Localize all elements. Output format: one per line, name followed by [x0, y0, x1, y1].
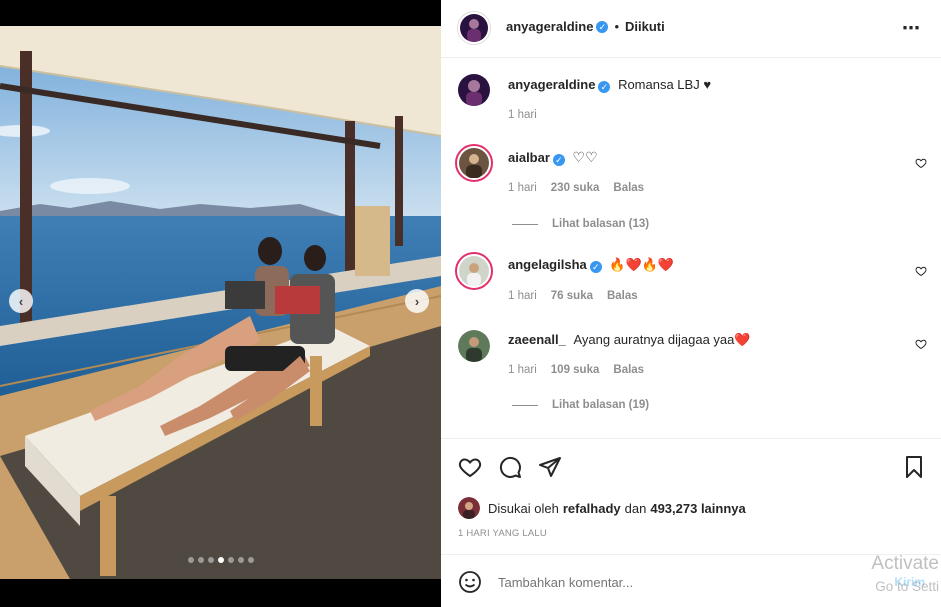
comment-like-icon[interactable]	[915, 157, 927, 169]
commenter-avatar[interactable]	[458, 330, 490, 362]
verified-badge-icon: ✓	[596, 20, 609, 33]
comment-item: zaeenall_ Ayang auratnya dijagaa yaa❤️ 1…	[441, 326, 941, 426]
verified-badge-icon: ✓	[598, 81, 611, 93]
carousel-dot	[247, 557, 254, 563]
carousel-indicator	[0, 557, 441, 563]
comment-like-icon[interactable]	[915, 338, 927, 350]
comment-icon[interactable]	[498, 455, 522, 479]
follow-status[interactable]: Diikuti	[625, 19, 665, 34]
comment-composer: Kirim	[441, 554, 941, 607]
bookmark-icon[interactable]	[902, 455, 926, 479]
comment-username[interactable]: aialbar	[508, 150, 550, 165]
emoji-icon[interactable]	[458, 570, 482, 594]
liker-username[interactable]: refalhady	[563, 501, 621, 516]
post-details-panel: anyageraldine ✓ • Diikuti ⋯ anyageraldin…	[441, 0, 941, 607]
caption-username[interactable]: anyageraldine	[508, 77, 595, 92]
comment-text: 🔥❤️🔥❤️	[609, 257, 675, 272]
replies-divider	[512, 404, 538, 406]
view-replies-button[interactable]: Lihat balasan (13)	[512, 218, 649, 230]
reply-button[interactable]: Balas	[613, 182, 644, 194]
carousel-dot	[227, 557, 234, 563]
caption-text: Romansa LBJ ♥	[618, 77, 712, 92]
carousel-dot	[237, 557, 244, 563]
comment-time: 1 hari	[508, 364, 537, 376]
chevron-right-icon: ›	[414, 293, 420, 309]
verified-badge-icon: ✓	[552, 154, 565, 166]
comment-input[interactable]	[498, 571, 858, 593]
liker-avatar[interactable]	[458, 497, 480, 519]
comment-username[interactable]: zaeenall_	[508, 332, 566, 347]
post-timestamp: 1 HARI YANG LALU	[458, 528, 547, 539]
heart-icon[interactable]	[458, 455, 482, 479]
view-replies-label: Lihat balasan (19)	[552, 399, 650, 411]
send-icon[interactable]	[538, 455, 562, 479]
commenter-avatar[interactable]	[455, 144, 493, 182]
replies-divider	[512, 223, 538, 225]
carousel-dot	[187, 557, 194, 563]
carousel-dot	[217, 557, 224, 563]
verified-badge-icon: ✓	[589, 261, 602, 273]
author-avatar[interactable]	[458, 12, 490, 44]
likes-count[interactable]: 493,273 lainnya	[650, 501, 745, 516]
post-media-panel: ‹ ›	[0, 0, 441, 607]
view-replies-button[interactable]: Lihat balasan (19)	[512, 399, 649, 411]
likes-summary: Disukai oleh refalhady dan 493,273 lainn…	[458, 497, 746, 519]
reply-button[interactable]: Balas	[607, 290, 638, 302]
post-actions: Disukai oleh refalhady dan 493,273 lainn…	[441, 438, 941, 554]
separator-dot: •	[614, 19, 619, 34]
comment-text: ♡♡	[572, 149, 598, 165]
carousel-dot	[207, 557, 214, 563]
comment-likes[interactable]: 109 suka	[551, 364, 600, 376]
chevron-left-icon: ‹	[18, 293, 24, 309]
view-replies-label: Lihat balasan (13)	[552, 218, 650, 230]
activation-watermark-subtitle: Go to Setti	[875, 579, 939, 594]
comment-likes[interactable]: 230 suka	[551, 182, 600, 194]
activation-watermark-title: Activate	[871, 553, 939, 574]
reply-button[interactable]: Balas	[613, 364, 644, 376]
comment-like-icon[interactable]	[915, 265, 927, 277]
more-horizontal-icon[interactable]: ⋯	[902, 18, 921, 39]
author-username[interactable]: anyageraldine	[506, 19, 593, 34]
caption-time: 1 hari	[508, 109, 537, 121]
comment-item: aialbar ✓ ♡♡ 1 hari 230 suka Balas Lihat …	[441, 142, 941, 238]
post-header: anyageraldine ✓ • Diikuti ⋯	[441, 0, 941, 58]
comment-likes[interactable]: 76 suka	[551, 290, 593, 302]
comment-time: 1 hari	[508, 290, 537, 302]
likes-middle: dan	[624, 500, 647, 516]
commenter-avatar[interactable]	[455, 252, 493, 290]
instagram-post-modal: ‹ › anyageraldine ✓ • Diikuti ⋯ anyagera…	[0, 0, 941, 607]
post-photo	[0, 26, 441, 579]
previous-photo-button[interactable]: ‹	[9, 289, 33, 313]
caption-avatar[interactable]	[458, 74, 490, 106]
carousel-dot	[197, 557, 204, 563]
comment-username[interactable]: angelagilsha	[508, 257, 587, 272]
comment-item: angelagilsha ✓ 🔥❤️🔥❤️ 1 hari 76 suka Bala…	[441, 250, 941, 320]
post-caption: anyageraldine ✓ Romansa LBJ ♥ 1 hari	[441, 70, 941, 130]
likes-prefix: Disukai oleh	[488, 500, 559, 516]
comment-time: 1 hari	[508, 182, 537, 194]
next-photo-button[interactable]: ›	[405, 289, 429, 313]
comment-text: Ayang auratnya dijagaa yaa❤️	[573, 332, 751, 347]
